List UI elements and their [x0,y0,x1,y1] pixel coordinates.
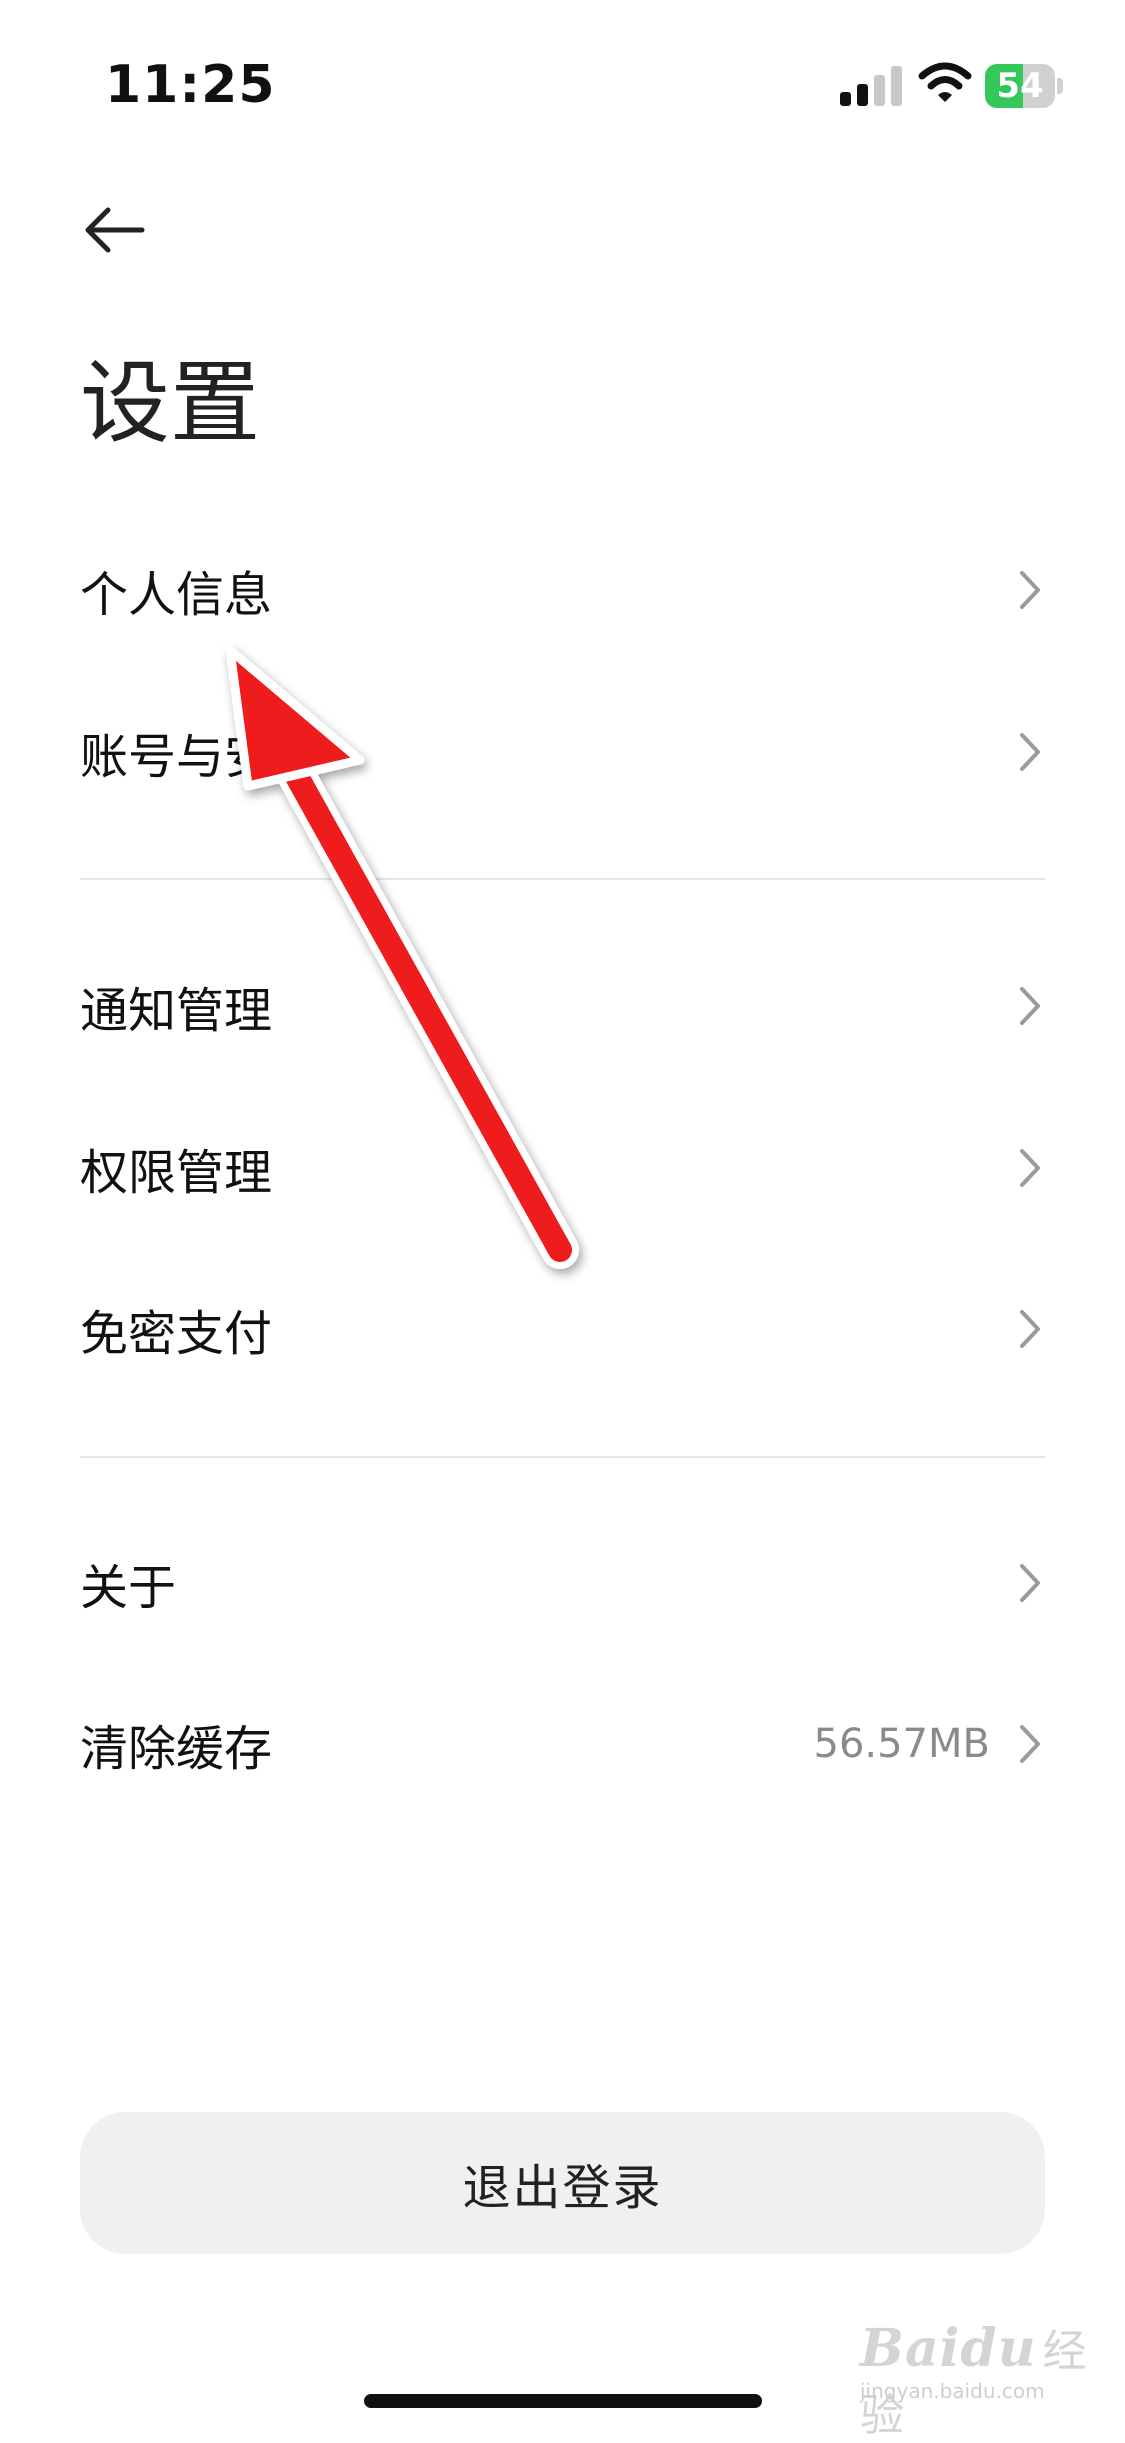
chevron-right-icon [1020,1149,1040,1187]
chevron-right-icon [1020,571,1040,609]
cellular-signal-icon [840,66,902,106]
section-divider [80,1456,1045,1458]
status-bar: 11:25 54 [0,0,1125,150]
chevron-right-icon [1020,733,1040,771]
page-title: 设置 [80,351,260,456]
chevron-right-icon [1020,1725,1040,1763]
settings-item-about[interactable]: 关于 [80,1508,1045,1658]
settings-item-password-free-payment[interactable]: 免密支付 [80,1254,1045,1404]
settings-item-label: 免密支付 [80,1306,273,1362]
wifi-icon [918,62,972,102]
back-button[interactable] [80,200,150,260]
battery-icon: 54 [985,64,1063,108]
settings-item-clear-cache[interactable]: 清除缓存 56.57MB [80,1669,1045,1819]
settings-item-account-security[interactable]: 账号与安全 [80,677,1045,827]
battery-level: 54 [996,66,1044,106]
settings-item-label: 关于 [80,1560,177,1616]
home-indicator [364,2394,762,2408]
arrow-left-icon [85,207,145,253]
cache-size-value: 56.57MB [813,1721,990,1767]
settings-item-label: 清除缓存 [80,1721,273,1777]
settings-item-label: 账号与安全 [80,729,321,785]
settings-item-label: 个人信息 [80,567,273,623]
logout-button[interactable]: 退出登录 [80,2112,1045,2254]
section-divider [80,878,1045,880]
watermark-logo: Baidu [860,2318,1037,2379]
settings-item-label: 权限管理 [80,1145,273,1201]
settings-item-notifications[interactable]: 通知管理 [80,931,1045,1081]
watermark-domain: jingyan.baidu.com [860,2379,1045,2403]
chevron-right-icon [1020,1564,1040,1602]
status-time: 11:25 [105,55,276,115]
chevron-right-icon [1020,987,1040,1025]
baidu-watermark: Baidu 经验 jingyan.baidu.com [860,2315,1125,2443]
settings-item-personal-info[interactable]: 个人信息 [80,515,1045,665]
chevron-right-icon [1020,1310,1040,1348]
settings-item-permissions[interactable]: 权限管理 [80,1093,1045,1243]
settings-item-label: 通知管理 [80,983,273,1039]
